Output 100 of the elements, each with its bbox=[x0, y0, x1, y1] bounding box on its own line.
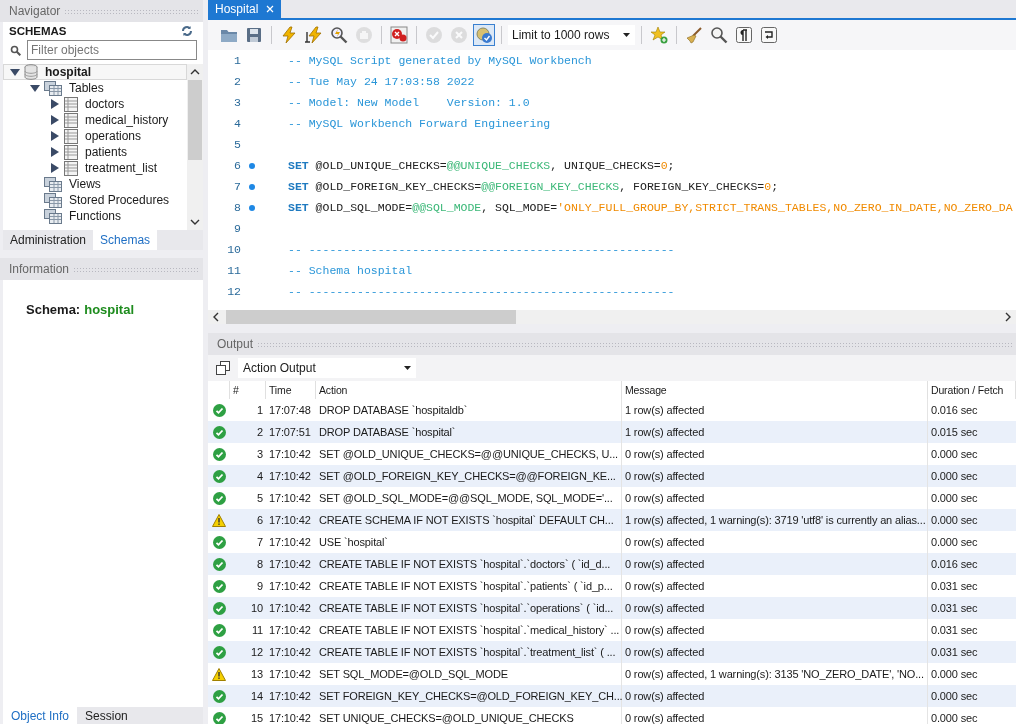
scrollbar[interactable] bbox=[187, 64, 203, 230]
refresh-icon[interactable] bbox=[181, 25, 193, 37]
caret-down-icon[interactable] bbox=[30, 83, 40, 93]
panel-title: Output bbox=[217, 337, 254, 351]
code-line: -- MySQL Workbench Forward Engineering bbox=[288, 117, 551, 130]
table-cell: 0 row(s) affected bbox=[622, 553, 928, 575]
table-cell-text: 17:10:42 bbox=[268, 667, 312, 682]
copy-icon[interactable] bbox=[216, 361, 230, 375]
column-header[interactable]: Time bbox=[266, 381, 316, 399]
table-icon bbox=[64, 112, 78, 128]
table-cell: 1 row(s) affected bbox=[622, 421, 928, 443]
column-header[interactable]: Action bbox=[316, 381, 622, 399]
table-cell-text: 0.015 sec bbox=[930, 425, 979, 440]
tree-item[interactable]: patients bbox=[3, 144, 187, 160]
table-icon bbox=[64, 144, 78, 160]
table-cell-text: 0.031 sec bbox=[930, 623, 979, 638]
chevron-down-icon[interactable] bbox=[190, 218, 200, 226]
tree-label: Views bbox=[68, 177, 101, 191]
column-header[interactable]: Duration / Fetch bbox=[928, 381, 1016, 399]
table-cell-text: 17:10:42 bbox=[268, 447, 312, 462]
toolbar-button[interactable] bbox=[328, 24, 350, 46]
code-line: -- MySQL Script generated by MySQL Workbench bbox=[288, 54, 592, 67]
table-cell: 0 row(s) affected bbox=[622, 685, 928, 707]
line-number: 7 bbox=[233, 180, 241, 193]
hand-icon bbox=[355, 26, 373, 44]
lightning-icon bbox=[280, 26, 298, 44]
table-cell-text: 0.031 sec bbox=[930, 645, 979, 660]
table-cell: CREATE TABLE IF NOT EXISTS `hospital`.`treatment_list` ( ... bbox=[316, 641, 622, 663]
magnifier-icon bbox=[710, 26, 728, 44]
line-number: 6 bbox=[233, 159, 241, 172]
line-number: 9 bbox=[233, 222, 241, 235]
close-icon[interactable] bbox=[266, 5, 275, 13]
limit-dropdown[interactable]: Limit to 1000 rows bbox=[508, 25, 635, 45]
toolbar-button[interactable] bbox=[733, 24, 755, 46]
table-cell-text: 12 bbox=[250, 645, 264, 660]
line-number: 1 bbox=[233, 54, 241, 67]
tree-item[interactable]: medical_history bbox=[3, 112, 187, 128]
tree-item[interactable]: Stored Procedures bbox=[3, 192, 187, 208]
tree-label: medical_history bbox=[84, 113, 169, 127]
table-cell-text: 14 bbox=[250, 689, 264, 704]
caret-right-icon[interactable] bbox=[50, 131, 60, 141]
column-header[interactable]: Message bbox=[622, 381, 928, 399]
stacked-tables-icon bbox=[44, 176, 62, 192]
tree-label: Tables bbox=[68, 81, 104, 95]
table-cell-text: 17:10:42 bbox=[268, 557, 312, 572]
table-cell: 0 row(s) affected bbox=[622, 465, 928, 487]
toolbar-button[interactable] bbox=[708, 24, 730, 46]
tree-item[interactable]: hospital bbox=[3, 64, 187, 80]
table-cell-text: 17:10:42 bbox=[268, 711, 312, 724]
code-line: -- Schema hospital bbox=[288, 264, 413, 277]
star-plus-icon bbox=[650, 26, 668, 44]
tree-item[interactable]: operations bbox=[3, 128, 187, 144]
tree-item[interactable]: Views bbox=[3, 176, 187, 192]
code-line: SET @OLD_SQL_MODE=@@SQL_MODE, SQL_MODE='ONLY_FULL_GROUP_BY,STRICT_TRANS_TABLES,NO_ZERO_IN_DATE,NO_ZERO_DA bbox=[288, 201, 1013, 214]
toolbar-button[interactable] bbox=[758, 24, 780, 46]
chevron-left-icon[interactable] bbox=[212, 312, 220, 322]
tree-item[interactable]: treatment_list bbox=[3, 160, 187, 176]
line-number: 5 bbox=[233, 138, 241, 151]
column-header[interactable]: # bbox=[230, 381, 266, 399]
table-cell-text: 3 bbox=[256, 447, 264, 462]
table-icon bbox=[64, 128, 78, 144]
table-cell-text: 2 bbox=[256, 425, 264, 440]
tree-item[interactable]: Functions bbox=[3, 208, 187, 224]
table-cell-text: 13 bbox=[250, 667, 264, 682]
table-cell-text: 17:10:42 bbox=[268, 601, 312, 616]
table-cell: 0 row(s) affected bbox=[622, 597, 928, 619]
table-cell-text: 8 bbox=[256, 557, 264, 572]
output-mode-dropdown[interactable]: Action Output bbox=[238, 358, 416, 378]
table-cell-text: 10 bbox=[250, 601, 264, 616]
database-icon bbox=[24, 64, 38, 80]
table-cell: SET UNIQUE_CHECKS=@OLD_UNIQUE_CHECKS bbox=[316, 707, 622, 724]
tree-label: hospital bbox=[44, 65, 91, 79]
table-cell: 0 row(s) affected bbox=[622, 707, 928, 724]
dropdown-value: Action Output bbox=[243, 361, 316, 375]
table-cell-text: 17:10:42 bbox=[268, 469, 312, 484]
panel-tab[interactable]: Administration bbox=[3, 230, 94, 250]
tree-item[interactable]: doctors bbox=[3, 96, 187, 112]
caret-down-icon[interactable] bbox=[10, 67, 20, 77]
tree-label: operations bbox=[84, 129, 142, 143]
chevron-right-icon[interactable] bbox=[1004, 312, 1012, 322]
caret-right-icon[interactable] bbox=[50, 99, 60, 109]
table-cell-text: 5 bbox=[256, 491, 264, 506]
editor-tab[interactable]: Hospital bbox=[208, 0, 282, 18]
caret-right-icon[interactable] bbox=[50, 147, 60, 157]
search-icon bbox=[10, 44, 21, 56]
table-cell-text: 0.000 sec bbox=[930, 469, 979, 484]
panel-tab[interactable]: Object Info bbox=[3, 707, 78, 724]
panel-tab[interactable]: Session bbox=[77, 707, 136, 724]
tree-item[interactable]: Tables bbox=[3, 80, 187, 96]
caret-right-icon[interactable] bbox=[50, 163, 60, 173]
table-cell-text: 0.000 sec bbox=[930, 689, 979, 704]
filter-field[interactable]: Filter objects bbox=[27, 40, 197, 60]
chevron-up-icon[interactable] bbox=[190, 68, 200, 76]
table-cell-text: 17:10:42 bbox=[268, 689, 312, 704]
panel-tab[interactable]: Schemas bbox=[93, 230, 158, 250]
table-cell-text: 17:10:42 bbox=[268, 513, 312, 528]
pilcrow-icon bbox=[735, 26, 753, 44]
caret-right-icon[interactable] bbox=[50, 115, 60, 125]
tab-label: Hospital bbox=[215, 2, 259, 16]
dropdown-arrow-icon bbox=[623, 33, 630, 37]
